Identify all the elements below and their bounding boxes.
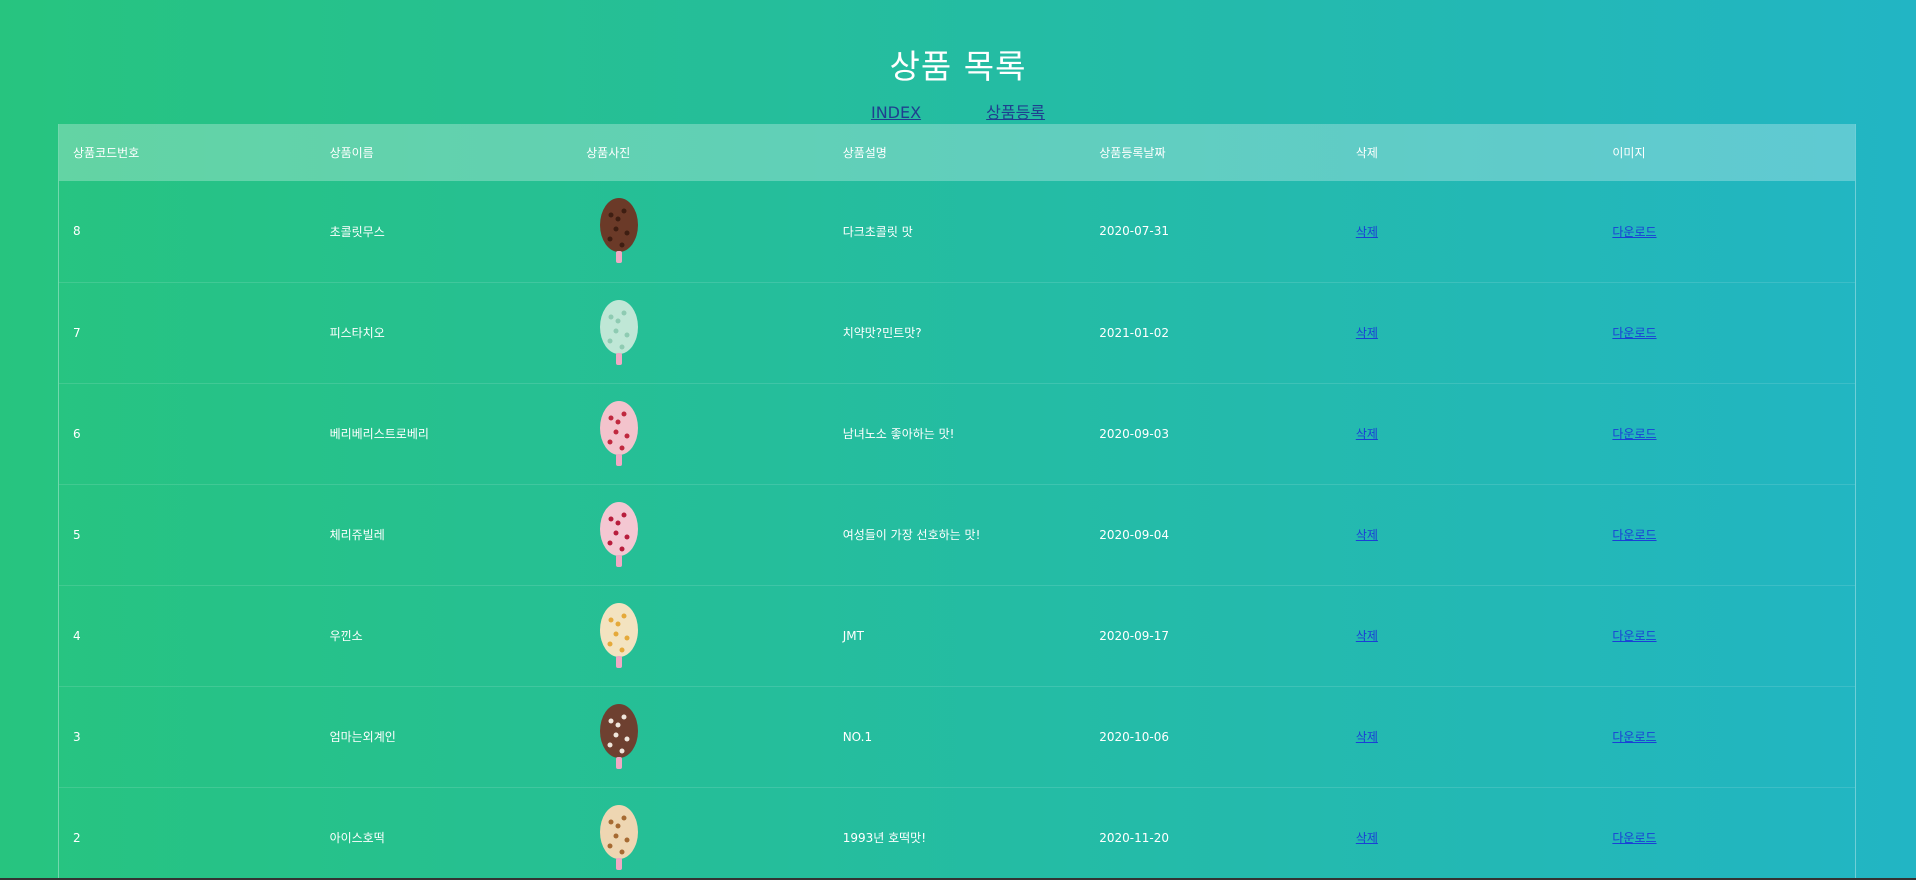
top-nav: INDEX 상품등록 <box>0 102 1916 124</box>
delete-link[interactable]: 삭제 <box>1356 629 1378 643</box>
product-photo-cell <box>572 686 829 787</box>
delete-cell: 삭제 <box>1342 282 1599 383</box>
product-date-cell: 2021-01-02 <box>1099 325 1169 340</box>
table-row: 2 아이스호떡 1993년 호떡맛! 2020-11-20 삭제 다운로드 <box>59 787 1855 880</box>
delete-cell: 삭제 <box>1342 686 1599 787</box>
product-code-cell: 2 <box>73 830 81 845</box>
download-link[interactable]: 다운로드 <box>1612 730 1656 744</box>
download-cell: 다운로드 <box>1598 282 1855 383</box>
product-date-cell: 2020-07-31 <box>1099 224 1169 239</box>
header-image: 이미지 <box>1612 146 1646 160</box>
table-row: 8 초콜릿무스 다크초콜릿 맛 2020-07-31 삭제 다운로드 <box>59 181 1855 282</box>
download-cell: 다운로드 <box>1598 484 1855 585</box>
product-date-cell: 2020-10-06 <box>1099 729 1169 744</box>
ice-cream-scoop-image <box>600 602 639 668</box>
ice-cream-scoop-image <box>600 703 639 769</box>
product-desc-cell: 치약맛?민트맛? <box>842 326 922 340</box>
product-photo-cell <box>572 787 829 880</box>
product-date-cell: 2020-09-03 <box>1099 426 1169 441</box>
product-desc-cell: 다크초콜릿 맛 <box>842 224 913 239</box>
product-photo-cell <box>572 282 829 383</box>
product-name-cell: 아이스호떡 <box>329 831 385 845</box>
product-desc-cell: 1993년 호떡맛! <box>842 831 927 845</box>
product-date-cell: 2020-09-17 <box>1099 628 1169 643</box>
delete-cell: 삭제 <box>1342 787 1599 880</box>
delete-link[interactable]: 삭제 <box>1356 831 1378 845</box>
download-link[interactable]: 다운로드 <box>1612 629 1656 643</box>
delete-link[interactable]: 삭제 <box>1356 730 1378 744</box>
download-cell: 다운로드 <box>1598 686 1855 787</box>
table-row: 7 피스타치오 치약맛?민트맛? 2021-01-02 삭제 다운로드 <box>59 282 1855 383</box>
delete-link[interactable]: 삭제 <box>1356 225 1378 239</box>
download-link[interactable]: 다운로드 <box>1612 225 1656 239</box>
product-name-cell: 피스타치오 <box>329 326 385 340</box>
delete-cell: 삭제 <box>1342 181 1599 282</box>
delete-link[interactable]: 삭제 <box>1356 427 1378 441</box>
table-header-row: 상품코드번호 상품이름 상품사진 상품설명 상품등록날짜 삭제 이미지 <box>59 124 1855 181</box>
page-title: 상품 목록 <box>889 47 1027 86</box>
ice-cream-scoop-image <box>600 804 639 870</box>
delete-link[interactable]: 삭제 <box>1356 528 1378 542</box>
product-name-cell: 체리쥬빌레 <box>329 528 385 542</box>
table-body: 8 초콜릿무스 다크초콜릿 맛 2020-07-31 삭제 다운로드 7 피스타치오 치약맛?민… <box>59 181 1855 880</box>
table-row: 3 엄마는외계인 NO.1 2020-10-06 삭제 다운로드 <box>59 686 1855 787</box>
download-link[interactable]: 다운로드 <box>1612 427 1656 441</box>
product-desc-cell: NO.1 <box>842 729 873 744</box>
download-cell: 다운로드 <box>1598 383 1855 484</box>
product-photo-cell <box>572 585 829 686</box>
table-row: 5 체리쥬빌레 여성들이 가장 선호하는 맛! 2020-09-04 삭제 다운로드 <box>59 484 1855 585</box>
product-name-cell: 엄마는외계인 <box>329 730 396 744</box>
product-desc-cell: 여성들이 가장 선호하는 맛! <box>842 528 981 542</box>
product-desc-cell: 남녀노소 좋아하는 맛! <box>842 427 955 441</box>
header-photo: 상품사진 <box>586 146 631 160</box>
download-cell: 다운로드 <box>1598 181 1855 282</box>
product-code-cell: 7 <box>73 325 81 340</box>
download-link[interactable]: 다운로드 <box>1612 831 1656 845</box>
product-name-cell: 초콜릿무스 <box>329 224 385 239</box>
delete-cell: 삭제 <box>1342 383 1599 484</box>
product-photo-cell <box>572 383 829 484</box>
index-link[interactable]: INDEX <box>871 103 921 122</box>
delete-cell: 삭제 <box>1342 484 1599 585</box>
product-table: 상품코드번호 상품이름 상품사진 상품설명 상품등록날짜 삭제 이미지 8 초콜릿무스 다크초콜… <box>59 124 1855 880</box>
download-cell: 다운로드 <box>1598 787 1855 880</box>
header-name: 상품이름 <box>329 146 374 160</box>
delete-link[interactable]: 삭제 <box>1356 326 1378 340</box>
ice-cream-scoop-image <box>600 400 639 466</box>
delete-cell: 삭제 <box>1342 585 1599 686</box>
table-row: 4 우낀소 JMT 2020-09-17 삭제 다운로드 <box>59 585 1855 686</box>
product-name-cell: 베리베리스트로베리 <box>329 427 429 441</box>
product-desc-cell: JMT <box>842 628 864 643</box>
header-desc: 상품설명 <box>842 146 887 160</box>
product-code-cell: 8 <box>73 224 81 239</box>
product-date-cell: 2020-11-20 <box>1099 830 1169 845</box>
product-register-link[interactable]: 상품등록 <box>986 103 1045 122</box>
product-date-cell: 2020-09-04 <box>1099 527 1169 542</box>
download-link[interactable]: 다운로드 <box>1612 326 1656 340</box>
product-table-container: 상품코드번호 상품이름 상품사진 상품설명 상품등록날짜 삭제 이미지 8 초콜릿무스 다크초콜… <box>58 124 1856 880</box>
ice-cream-scoop-image <box>600 299 639 365</box>
product-code-cell: 4 <box>73 628 81 643</box>
product-code-cell: 6 <box>73 426 81 441</box>
table-row: 6 베리베리스트로베리 남녀노소 좋아하는 맛! 2020-09-03 삭제 다운로드 <box>59 383 1855 484</box>
product-photo-cell <box>572 181 829 282</box>
product-name-cell: 우낀소 <box>329 629 363 643</box>
product-code-cell: 5 <box>73 527 81 542</box>
header-code: 상품코드번호 <box>73 146 140 160</box>
ice-cream-scoop-image <box>600 501 639 567</box>
download-cell: 다운로드 <box>1598 585 1855 686</box>
header-delete: 삭제 <box>1355 146 1378 160</box>
header-date: 상품등록날짜 <box>1099 146 1166 160</box>
download-link[interactable]: 다운로드 <box>1612 528 1656 542</box>
product-code-cell: 3 <box>73 729 81 744</box>
product-photo-cell <box>572 484 829 585</box>
ice-cream-scoop-image <box>600 198 639 264</box>
